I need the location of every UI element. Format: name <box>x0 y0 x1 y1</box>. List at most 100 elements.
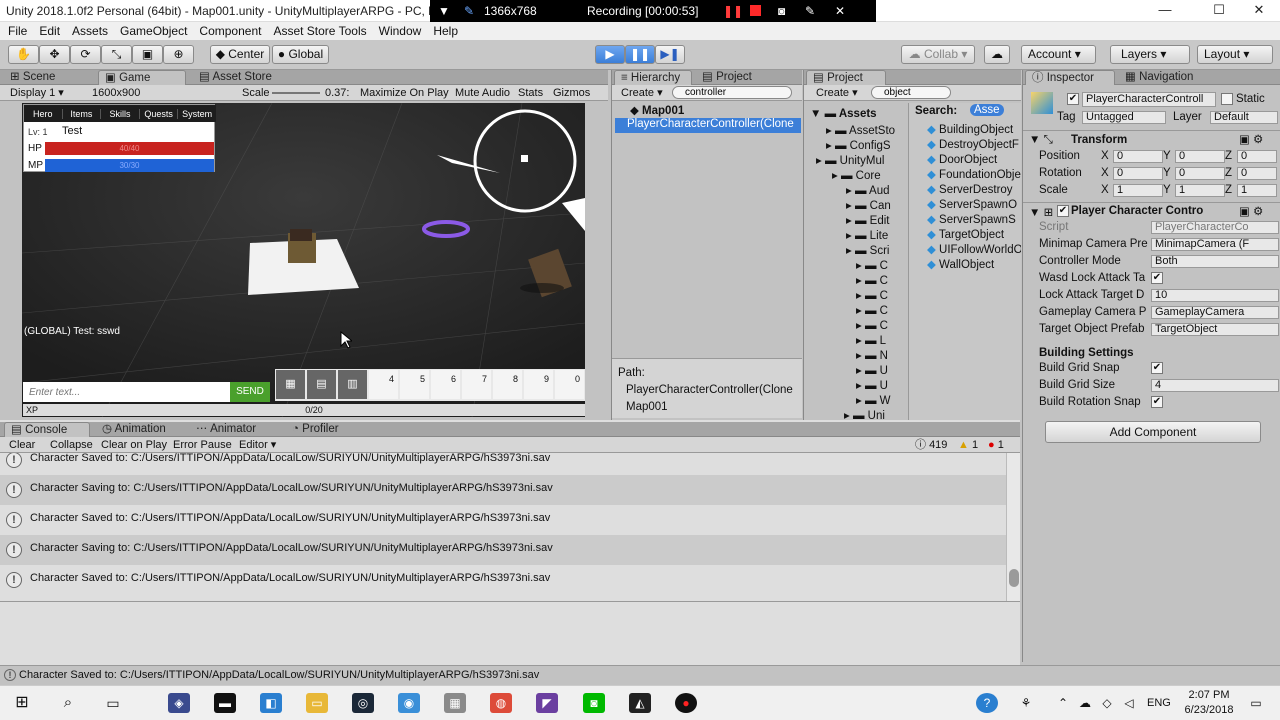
minimize-button[interactable]: — <box>1142 0 1188 22</box>
path-item-1[interactable]: PlayerCharacterController(Clone <box>626 384 793 396</box>
rot-x-field[interactable]: 0 <box>1113 167 1163 180</box>
stop-record-icon[interactable] <box>750 5 761 16</box>
step-button[interactable]: ▶❚ <box>655 45 685 64</box>
notifications-icon[interactable]: ▭ <box>1245 693 1267 713</box>
warning-count-toggle[interactable]: ▲ 1 <box>958 438 978 452</box>
assets-root[interactable]: ▼ ▬ Assets <box>810 108 877 120</box>
log-row[interactable]: ! Character Saving to: C:/Users/ITTIPON/A… <box>0 535 1006 565</box>
pos-x-field[interactable]: 0 <box>1113 150 1163 163</box>
close-recorder-icon[interactable]: ✕ <box>835 4 845 18</box>
browser-icon[interactable]: ◉ <box>398 693 420 713</box>
tab-system[interactable]: System <box>178 109 216 119</box>
send-button[interactable]: SEND <box>230 382 270 402</box>
rect-tool-icon[interactable]: ▣ <box>132 45 163 64</box>
hotbar-slot-9[interactable]: 9 <box>524 370 553 399</box>
recorder-icon[interactable]: ● <box>675 693 697 713</box>
grid-snap-checkbox[interactable]: ✔ <box>1151 362 1163 374</box>
tab-animation[interactable]: ◷ Animation <box>96 422 172 437</box>
menu-help[interactable]: Help <box>433 24 458 38</box>
console-clear-button[interactable]: Clear <box>9 438 35 452</box>
account-dropdown[interactable]: Account ▾ <box>1021 45 1096 64</box>
unity-icon[interactable]: ◭ <box>629 693 651 713</box>
tab-animator[interactable]: ⋯ Animator <box>190 422 262 437</box>
clock-date[interactable]: 6/23/2018 <box>1178 704 1240 716</box>
project-result[interactable]: ◆ DoorObject <box>927 152 997 166</box>
project-folder[interactable]: ▸ ▬ C <box>856 318 888 332</box>
script-component-toggle[interactable]: ▼ ⊞ <box>1029 205 1053 219</box>
menu-asset-store-tools[interactable]: Asset Store Tools <box>273 24 366 38</box>
visual-studio-icon[interactable]: ◤ <box>536 693 558 713</box>
component-enabled-checkbox[interactable]: ✔ <box>1057 205 1069 217</box>
chrome-icon[interactable]: ◍ <box>490 693 512 713</box>
pos-z-field[interactable]: 0 <box>1237 150 1277 163</box>
layer-dropdown[interactable]: Default <box>1210 111 1278 124</box>
scl-z-field[interactable]: 1 <box>1237 184 1277 197</box>
selected-object[interactable]: PlayerCharacterController(Clone <box>615 118 801 133</box>
console-scroll-thumb[interactable] <box>1009 569 1019 587</box>
mute-audio-toggle[interactable]: Mute Audio <box>455 86 510 100</box>
language-indicator[interactable]: ENG <box>1147 697 1171 709</box>
project-folder[interactable]: ▸ ▬ C <box>856 273 888 287</box>
project-result[interactable]: ◆ UIFollowWorldO <box>927 242 1021 256</box>
console-scrollbar[interactable] <box>1006 453 1020 601</box>
layout-dropdown[interactable]: Layout ▾ <box>1197 45 1273 64</box>
project-folder[interactable]: ▸ ▬ C <box>856 288 888 302</box>
task-view-icon[interactable]: ▭ <box>102 693 124 713</box>
people-icon[interactable]: ⚘ <box>1015 693 1037 713</box>
project-result[interactable]: ◆ DestroyObjectF <box>927 137 1019 151</box>
app-icon-2[interactable]: ▦ <box>444 693 466 713</box>
transform-tool-icon[interactable]: ⊕ <box>163 45 194 64</box>
pause-record-icon[interactable]: ❚❚ <box>723 4 743 18</box>
move-tool-icon[interactable]: ✥ <box>39 45 70 64</box>
hotbar-slot-6[interactable]: 6 <box>431 370 460 399</box>
project-result[interactable]: ◆ ServerSpawnS <box>927 212 1016 226</box>
dropbox-icon[interactable]: ◇ <box>1096 693 1118 713</box>
tab-hierarchy[interactable]: ≡ Hierarchy <box>614 70 692 85</box>
scale-tool-icon[interactable]: ⤡ <box>101 45 132 64</box>
log-row[interactable]: ! Character Saving to: C:/Users/ITTIPON/A… <box>0 475 1006 505</box>
controller-mode-dropdown[interactable]: Both <box>1151 255 1279 268</box>
grid-size-field[interactable]: 4 <box>1151 379 1279 392</box>
menu-gameobject[interactable]: GameObject <box>120 24 187 38</box>
project-result[interactable]: ◆ WallObject <box>927 257 994 271</box>
add-component-button[interactable]: Add Component <box>1045 421 1261 443</box>
lock-attack-field[interactable]: 10 <box>1151 289 1279 302</box>
project-result[interactable]: ◆ TargetObject <box>927 227 1004 241</box>
scl-x-field[interactable]: 1 <box>1113 184 1163 197</box>
search-icon[interactable]: ⌕ <box>57 693 79 713</box>
hotbar-slot-7[interactable]: 7 <box>462 370 491 399</box>
component-settings-icon-2[interactable]: ▣ ⚙ <box>1239 204 1263 218</box>
clear-on-play-toggle[interactable]: Clear on Play <box>101 438 167 452</box>
console-collapse-toggle[interactable]: Collapse <box>50 438 93 452</box>
wasd-lock-checkbox[interactable]: ✔ <box>1151 272 1163 284</box>
collab-button[interactable]: ☁ Collab ▾ <box>901 45 975 64</box>
status-text[interactable]: Character Saved to: C:/Users/ITTIPON/App… <box>19 669 539 681</box>
gameplay-camera-field[interactable]: GameplayCamera <box>1151 306 1279 319</box>
project-folder[interactable]: ▸ ▬ C <box>856 303 888 317</box>
gizmos-dropdown[interactable]: Gizmos <box>553 86 590 100</box>
project-folder[interactable]: ▸ ▬ Aud <box>846 183 890 197</box>
app-icon-1[interactable]: ◈ <box>168 693 190 713</box>
tab-quests[interactable]: Quests <box>140 108 179 119</box>
project-folder[interactable]: ▸ ▬ Can <box>846 198 891 212</box>
maximize-on-play-toggle[interactable]: Maximize On Play <box>360 86 449 100</box>
log-row[interactable]: ! Character Saved to: C:/Users/ITTIPON/Ap… <box>0 505 1006 535</box>
pivot-center-button[interactable]: ◆ Center <box>210 45 270 64</box>
menu-file[interactable]: File <box>8 24 27 38</box>
hotbar-slot-4[interactable]: 4 <box>369 370 398 399</box>
rot-y-field[interactable]: 0 <box>1175 167 1225 180</box>
tab-skills[interactable]: Skills <box>101 108 140 119</box>
static-checkbox[interactable] <box>1221 93 1233 105</box>
stats-toggle[interactable]: Stats <box>518 86 543 100</box>
tab-hero[interactable]: Hero <box>24 108 63 119</box>
project-result[interactable]: ◆ ServerSpawnO <box>927 197 1017 211</box>
pause-button[interactable]: ❚❚ <box>625 45 655 64</box>
log-row[interactable]: ! Character Saved to: C:/Users/ITTIPON/Ap… <box>0 453 1006 475</box>
editor-dropdown[interactable]: Editor ▾ <box>239 438 276 452</box>
volume-icon[interactable]: ◁ <box>1118 693 1140 713</box>
steam-icon[interactable]: ◎ <box>352 693 374 713</box>
project-folder[interactable]: ▸ ▬ Uni <box>844 408 885 420</box>
tab-navigation[interactable]: ▦ Navigation <box>1119 70 1199 85</box>
tab-project[interactable]: ▤ Project <box>696 70 758 85</box>
tab-game[interactable]: ▣ Game <box>98 70 186 85</box>
